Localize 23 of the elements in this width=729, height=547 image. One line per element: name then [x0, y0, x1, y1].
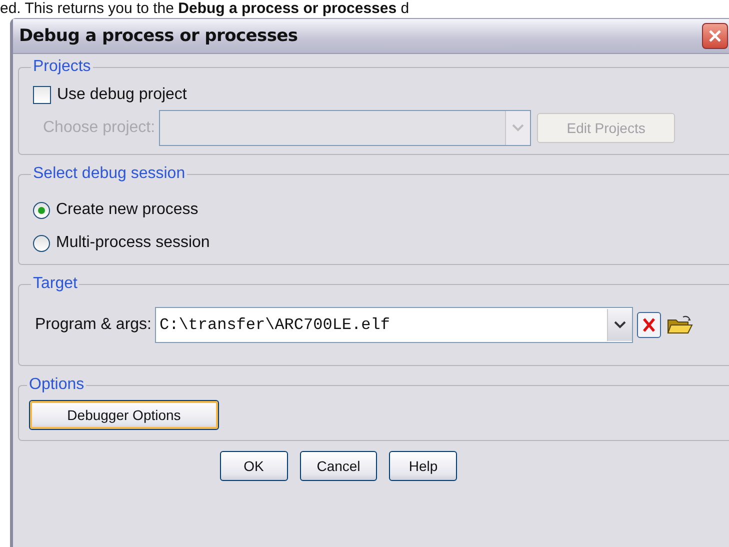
- program-field[interactable]: C:\transfer\ARC700LE.elf: [155, 307, 634, 343]
- close-icon: [707, 28, 723, 44]
- checkbox[interactable]: [33, 86, 51, 104]
- dialog-button[interactable]: Cancel: [300, 451, 378, 481]
- caption-text: ed. This returns you to the Debug a process or processes d: [0, 0, 410, 17]
- group-title: Select debug session: [32, 165, 186, 183]
- checkbox-label: Use debug project: [57, 86, 187, 104]
- clear-icon: [641, 317, 658, 333]
- window-title: Debug a process or processes: [19, 26, 298, 46]
- clear-button[interactable]: [637, 312, 662, 338]
- radio-label: Multi-process session: [56, 234, 210, 252]
- radio-button[interactable]: [33, 234, 50, 252]
- field-label: Program & args:: [35, 316, 152, 334]
- group-title: Options: [28, 376, 86, 394]
- dialog-button[interactable]: OK: [220, 451, 288, 481]
- folder-icon[interactable]: [667, 315, 694, 335]
- group-title: Projects: [32, 58, 92, 76]
- dialog-button[interactable]: Help: [389, 451, 458, 481]
- group-title: Target: [32, 275, 78, 293]
- radio-label: Create new process: [56, 201, 198, 219]
- radio-button[interactable]: [33, 202, 50, 218]
- debugger-options-button[interactable]: Debugger Options: [29, 400, 219, 430]
- close-button[interactable]: [702, 23, 728, 49]
